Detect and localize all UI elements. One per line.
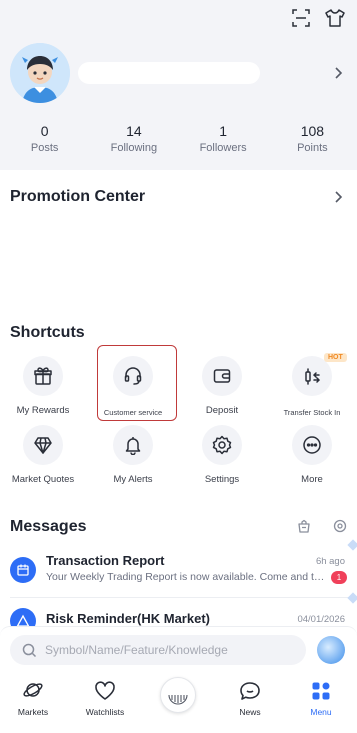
message-time: 6h ago	[315, 556, 345, 567]
diamond-icon	[23, 425, 63, 465]
promotion-chevron-right-icon[interactable]	[333, 190, 343, 204]
more-icon	[292, 425, 332, 465]
profile-stats: 0 Posts 14 Following 1 Followers 108 Poi…	[0, 123, 357, 154]
message-title: Risk Reminder(HK Market)	[46, 611, 210, 626]
planet-icon	[3, 677, 63, 701]
clear-messages-icon[interactable]	[297, 519, 311, 538]
bell-icon	[113, 425, 153, 465]
promotion-center-section: Promotion Center	[0, 172, 357, 312]
tab-bar: Markets Watchlists News Menu	[0, 677, 357, 727]
stat-label: Posts	[30, 142, 59, 154]
shortcut-my-rewards[interactable]: My Rewards	[0, 356, 86, 416]
gift-icon	[23, 356, 63, 396]
search-icon	[22, 643, 37, 657]
stat-following[interactable]: 14 Following	[89, 123, 178, 154]
shortcut-transfer-stock-in[interactable]: HOT Transfer Stock In	[269, 353, 355, 417]
gear-icon	[202, 425, 242, 465]
tshirt-icon[interactable]	[325, 8, 345, 28]
tab-label: Markets	[17, 707, 49, 717]
menu-grid-icon	[291, 677, 351, 701]
message-divider	[10, 597, 357, 598]
message-settings-icon[interactable]	[333, 519, 347, 538]
shortcut-label: Deposit	[205, 405, 239, 416]
shortcut-more[interactable]: More	[269, 425, 355, 485]
transfer-icon	[292, 356, 332, 396]
hot-badge: HOT	[324, 353, 347, 362]
shortcut-label: Customer service	[103, 408, 163, 417]
bottom-bar: Markets Watchlists News	[0, 626, 357, 733]
username-field[interactable]	[78, 62, 260, 84]
tab-label: Menu	[310, 707, 332, 717]
avatar[interactable]	[10, 43, 70, 103]
tab-watchlists[interactable]: Watchlists	[75, 677, 135, 717]
heart-icon	[75, 677, 135, 701]
shortcut-label: Settings	[204, 474, 240, 485]
chat-bubble-icon	[220, 677, 280, 701]
profile-chevron-right-icon[interactable]	[333, 66, 343, 80]
shortcut-settings[interactable]: Settings	[179, 425, 265, 485]
calendar-icon	[10, 557, 36, 583]
tab-menu[interactable]: Menu	[291, 677, 351, 717]
shortcut-label: My Rewards	[16, 405, 70, 416]
message-title: Transaction Report	[46, 553, 165, 568]
scan-icon[interactable]	[291, 8, 311, 28]
shortcut-label: Transfer Stock In	[283, 408, 341, 417]
stat-value: 108	[300, 123, 325, 139]
search-input[interactable]	[45, 643, 295, 657]
message-time: 04/01/2026	[297, 614, 345, 625]
shortcut-my-alerts[interactable]: My Alerts	[90, 425, 176, 485]
shortcuts-title: Shortcuts	[10, 324, 85, 341]
stat-value: 1	[219, 123, 228, 139]
globe-icon	[168, 694, 188, 705]
shortcut-label: More	[301, 474, 323, 485]
search-bar[interactable]	[10, 635, 306, 665]
message-snippet: Your Weekly Trading Report is now availa…	[46, 571, 326, 583]
tab-label: Watchlists	[85, 707, 125, 717]
stat-value: 14	[126, 123, 142, 139]
shortcut-label: Market Quotes	[11, 474, 75, 485]
center-action-button[interactable]	[160, 677, 196, 713]
tab-markets[interactable]: Markets	[3, 677, 63, 717]
stat-label: Points	[297, 142, 328, 154]
messages-toolbar	[297, 519, 347, 538]
message-item-transaction-report[interactable]: Transaction Report 6h ago Your Weekly Tr…	[0, 548, 357, 598]
shortcut-customer-service[interactable]: Customer service	[90, 356, 176, 417]
messages-title: Messages	[10, 518, 87, 535]
stat-posts[interactable]: 0 Posts	[0, 123, 89, 154]
profile-header: 0 Posts 14 Following 1 Followers 108 Poi…	[0, 0, 357, 170]
unread-badge: 1	[331, 571, 347, 584]
stat-followers[interactable]: 1 Followers	[179, 123, 268, 154]
stat-value: 0	[40, 123, 49, 139]
top-toolbar	[291, 8, 345, 28]
wallet-icon	[202, 356, 242, 396]
shortcut-label: My Alerts	[113, 474, 153, 485]
stat-label: Following	[110, 142, 158, 154]
tab-label: News	[239, 707, 261, 717]
shortcut-market-quotes[interactable]: Market Quotes	[0, 425, 86, 485]
assistant-orb-button[interactable]	[317, 636, 345, 664]
tab-news[interactable]: News	[220, 677, 280, 717]
promotion-center-title[interactable]: Promotion Center	[10, 188, 145, 206]
shortcut-deposit[interactable]: Deposit	[179, 356, 265, 416]
headset-icon	[113, 356, 153, 396]
stat-points[interactable]: 108 Points	[268, 123, 357, 154]
stat-label: Followers	[199, 142, 247, 154]
